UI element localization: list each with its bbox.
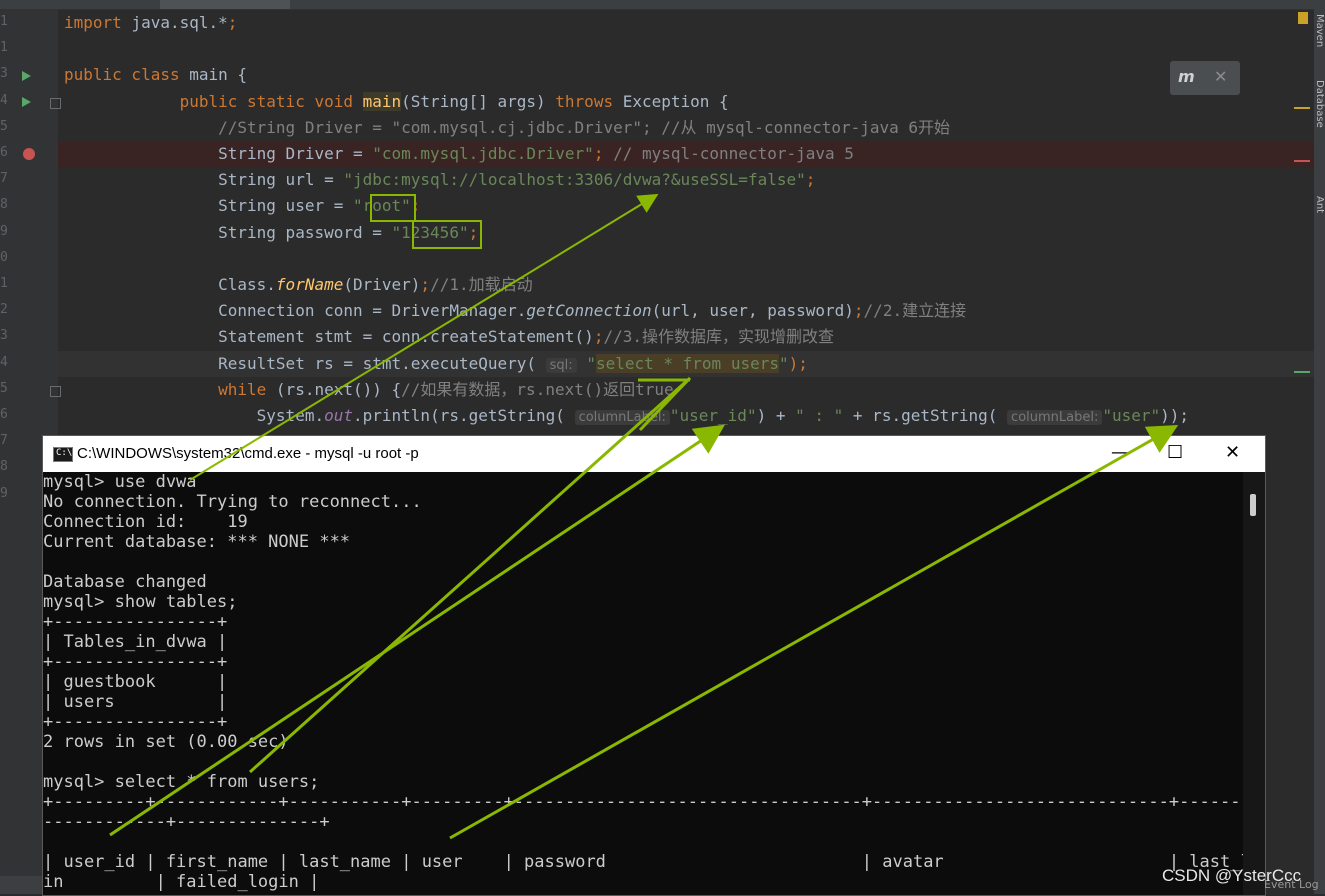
annotation-arrows bbox=[109, 193, 1179, 840]
arrow-select-users bbox=[248, 376, 692, 774]
arrow-dvwa bbox=[189, 193, 659, 481]
arrow-user-id bbox=[109, 424, 725, 837]
arrow-user bbox=[449, 425, 1179, 840]
